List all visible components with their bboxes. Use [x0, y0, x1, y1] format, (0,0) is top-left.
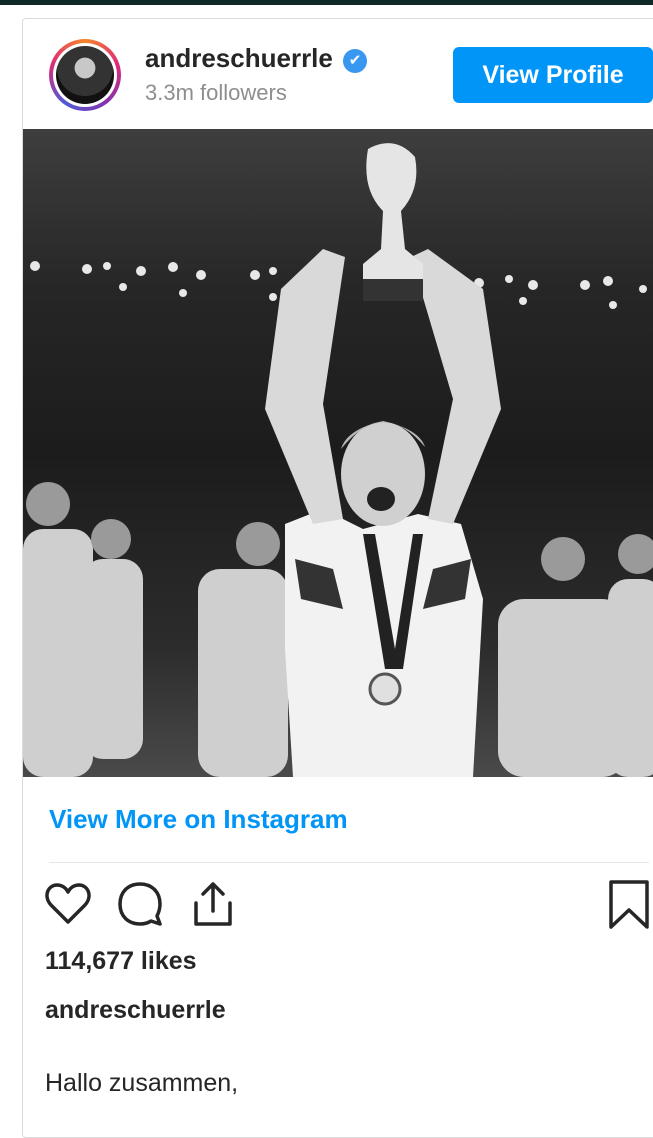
avatar-image	[56, 46, 114, 104]
avatar[interactable]	[49, 39, 121, 111]
verified-badge-icon: ✔	[343, 49, 367, 73]
post-photo[interactable]	[23, 129, 653, 777]
username[interactable]: andreschuerrle	[145, 43, 333, 74]
caption-username[interactable]: andreschuerrle	[45, 996, 226, 1025]
divider	[49, 862, 649, 863]
heart-icon[interactable]	[43, 879, 95, 931]
follower-count: 3.3m followers	[145, 80, 287, 105]
avatar-frame	[53, 43, 117, 107]
action-bar	[23, 879, 653, 939]
share-icon[interactable]	[188, 879, 240, 931]
like-count[interactable]: 114,677 likes	[45, 947, 197, 976]
post-header: andreschuerrle ✔ 3.3m followers View Pro…	[23, 19, 653, 129]
view-more-on-instagram-link[interactable]: View More on Instagram	[49, 804, 348, 835]
comment-icon[interactable]	[115, 879, 167, 931]
instagram-embed-card: andreschuerrle ✔ 3.3m followers View Pro…	[22, 18, 653, 1138]
page-top-bar	[0, 0, 653, 5]
view-profile-button[interactable]: View Profile	[453, 47, 653, 103]
post-photo-image	[23, 143, 653, 777]
caption-text: Hallo zusammen,	[45, 1069, 239, 1097]
bookmark-icon[interactable]	[607, 879, 653, 931]
